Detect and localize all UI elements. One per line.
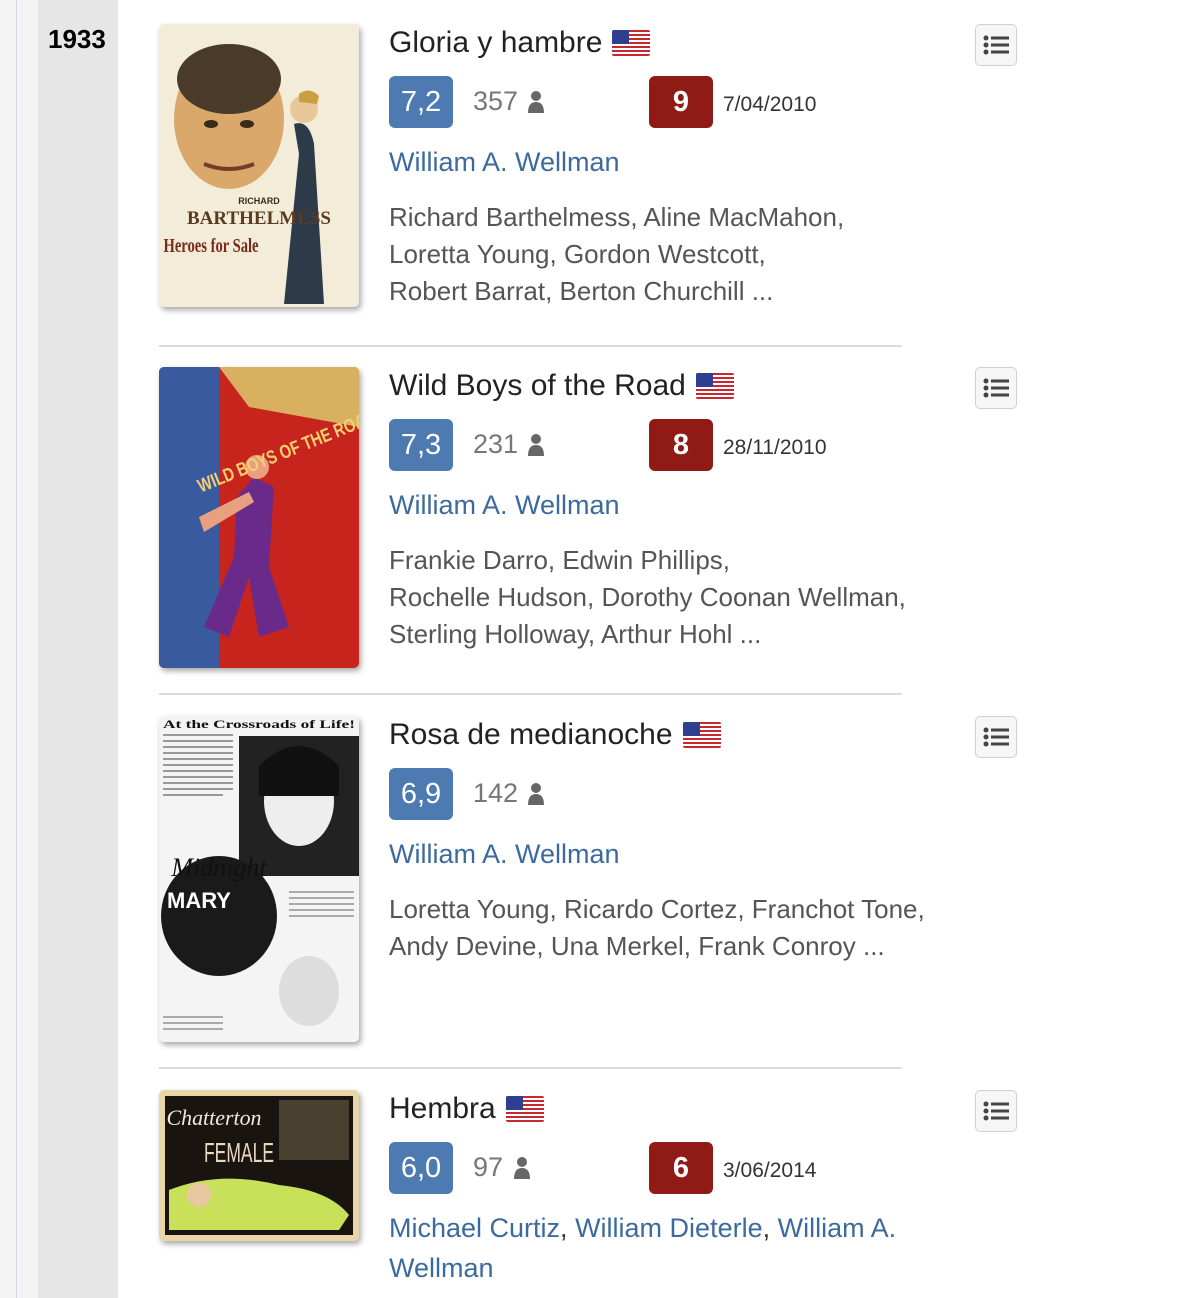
add-to-list-button[interactable] (975, 716, 1017, 758)
average-rating-badge: 6,9 (389, 768, 453, 820)
vote-count: 231 (473, 429, 519, 459)
left-gutter (0, 0, 38, 1298)
film-title-link[interactable]: Gloria y hambre (389, 26, 602, 60)
cast-line: Rochelle Hudson, Dorothy Coonan Wellman, (389, 582, 906, 612)
year-label: 1933 (48, 24, 106, 54)
cast-line: Loretta Young, Ricardo Cortez, Franchot … (389, 894, 925, 924)
rating-row: 7,3 231 8 28/11/2010 (389, 419, 989, 471)
directors: William A. Wellman (389, 834, 949, 874)
rating-date: 3/06/2014 (723, 1159, 817, 1182)
cast-line: Loretta Young, Gordon Westcott, (389, 239, 766, 269)
film-poster[interactable]: Chatterton FEMALE (159, 1090, 359, 1241)
film-title-row: Hembra (389, 1092, 544, 1126)
person-icon (514, 1157, 530, 1179)
vote-count: 97 (473, 1152, 504, 1182)
film-separator (159, 1067, 902, 1069)
list-icon (983, 727, 1009, 747)
poster-film-name: Midnight (170, 853, 267, 882)
film-separator (159, 345, 902, 347)
us-flag-icon (695, 373, 734, 399)
poster-star-name: BARTHELMESS (187, 208, 331, 229)
person-icon (528, 434, 544, 456)
director-link[interactable]: William Dieterle (575, 1213, 763, 1243)
vote-count: 357 (473, 86, 519, 116)
poster-credit-text: RICHARD (238, 196, 280, 206)
year-column: 1933 (38, 0, 118, 1298)
list-icon (983, 378, 1009, 398)
poster-title-text: At the Crossroads of Life! (163, 717, 355, 731)
rating-date: 7/04/2010 (723, 93, 817, 116)
rating-date: 28/11/2010 (723, 436, 827, 459)
cast-line: Richard Barthelmess, Aline MacMahon, (389, 202, 845, 232)
film-title-link[interactable]: Wild Boys of the Road (389, 369, 686, 403)
film-poster[interactable]: At the Crossroads of Life! Midnight MARY (159, 716, 359, 1042)
film-item: RICHARD BARTHELMESS Heroes for Sale Glor… (159, 24, 1039, 324)
poster-title-text: Chatterton (167, 1105, 262, 1130)
average-rating-badge: 7,2 (389, 76, 453, 128)
cast-line: Robert Barrat, Berton Churchill ... (389, 276, 774, 306)
list-icon (983, 35, 1009, 55)
poster-film-name: FEMALE (204, 1137, 274, 1168)
add-to-list-button[interactable] (975, 1090, 1017, 1132)
film-item: At the Crossroads of Life! Midnight MARY… (159, 716, 1039, 1046)
director-link[interactable]: William A. Wellman (389, 147, 620, 177)
user-rating-badge: 9 (649, 76, 713, 128)
film-title-link[interactable]: Rosa de medianoche (389, 718, 673, 752)
cast-list: Frankie Darro, Edwin Phillips, Rochelle … (389, 542, 989, 653)
vote-count: 142 (473, 778, 519, 808)
poster-film-name-2: MARY (167, 888, 231, 913)
director-link[interactable]: William A. (778, 1213, 897, 1243)
cast-line: Frankie Darro, Edwin Phillips, (389, 545, 731, 575)
poster-image: At the Crossroads of Life! Midnight MARY (159, 716, 359, 1042)
cast-line: Andy Devine, Una Merkel, Frank Conroy ..… (389, 931, 885, 961)
gutter-line (16, 0, 17, 1298)
add-to-list-button[interactable] (975, 24, 1017, 66)
film-item: WILD BOYS OF THE ROAD Wild Boys of the R… (159, 367, 1039, 677)
film-separator (159, 693, 902, 695)
us-flag-icon (505, 1096, 544, 1122)
directors: William A. Wellman (389, 485, 949, 525)
cast-list: Richard Barthelmess, Aline MacMahon, Lor… (389, 199, 989, 310)
us-flag-icon (612, 30, 651, 56)
average-rating-badge: 6,0 (389, 1142, 453, 1194)
poster-image: Chatterton FEMALE (159, 1090, 359, 1241)
director-link[interactable]: William A. Wellman (389, 490, 620, 520)
user-rating-badge: 8 (649, 419, 713, 471)
rating-row: 7,2 357 9 7/04/2010 (389, 76, 989, 128)
film-title-row: Gloria y hambre (389, 26, 651, 60)
list-icon (983, 1101, 1009, 1121)
poster-image: RICHARD BARTHELMESS Heroes for Sale (159, 24, 359, 307)
cast-list: Loretta Young, Ricardo Cortez, Franchot … (389, 891, 989, 965)
person-icon (528, 91, 544, 113)
director-link[interactable]: Michael Curtiz (389, 1213, 560, 1243)
user-rating-badge: 6 (649, 1142, 713, 1194)
person-icon (528, 783, 544, 805)
directors: Michael Curtiz, William Dieterle, Willia… (389, 1213, 897, 1283)
directors: William A. Wellman (389, 142, 949, 182)
poster-image: WILD BOYS OF THE ROAD (159, 367, 359, 668)
director-link[interactable]: William A. Wellman (389, 839, 620, 869)
poster-title-text: Heroes for Sale (164, 235, 259, 257)
film-title-row: Wild Boys of the Road (389, 369, 734, 403)
film-poster[interactable]: WILD BOYS OF THE ROAD (159, 367, 359, 668)
film-poster[interactable]: RICHARD BARTHELMESS Heroes for Sale (159, 24, 359, 307)
add-to-list-button[interactable] (975, 367, 1017, 409)
average-rating-badge: 7,3 (389, 419, 453, 471)
rating-row: 6,0 97 6 3/06/2014 (389, 1142, 989, 1194)
film-title-link[interactable]: Hembra (389, 1092, 496, 1126)
film-title-row: Rosa de medianoche (389, 718, 721, 752)
rating-row: 6,9 142 (389, 768, 989, 820)
cast-line: Sterling Holloway, Arthur Hohl ... (389, 619, 762, 649)
film-item: Chatterton FEMALE Hembra 6,0 97 6 3/06/2… (159, 1090, 1039, 1298)
us-flag-icon (682, 722, 721, 748)
director-link[interactable]: Wellman (389, 1253, 494, 1283)
